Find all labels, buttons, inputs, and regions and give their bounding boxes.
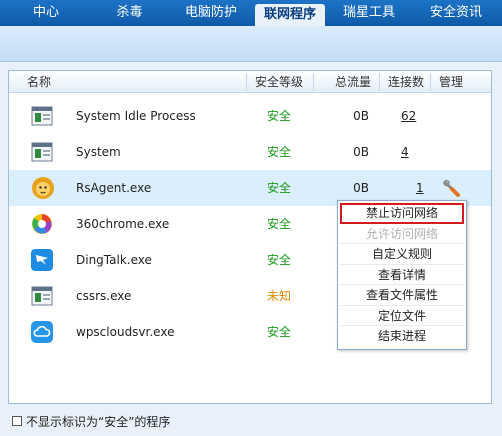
safety-level: 安全 xyxy=(266,145,291,159)
header-level[interactable]: 安全等级 xyxy=(255,71,303,93)
menu-item-locate-file[interactable]: 定位文件 xyxy=(340,306,464,326)
menu-item-file-properties[interactable]: 查看文件属性 xyxy=(340,285,464,306)
hide-safe-label[interactable]: 不显示标识为“安全”的程序 xyxy=(26,413,170,430)
lion-icon xyxy=(31,177,54,199)
header-traffic[interactable]: 总流量 xyxy=(335,71,371,93)
table-row[interactable]: System Idle Process 安全 0B 62 xyxy=(9,98,491,134)
context-menu: 禁止访问网络 允许访问网络 自定义规则 查看详情 查看文件属性 定位文件 结束进… xyxy=(337,200,467,350)
360chrome-icon xyxy=(31,214,53,234)
program-name: RsAgent.exe xyxy=(76,181,152,195)
menu-item-view-details[interactable]: 查看详情 xyxy=(340,265,464,285)
table-row[interactable]: System 安全 0B 4 xyxy=(9,134,491,170)
top-nav: 中心 杀毒 电脑防护 联网程序 瑞星工具 安全资讯 xyxy=(0,0,502,26)
header-divider xyxy=(246,73,247,91)
safety-level: 安全 xyxy=(266,325,291,339)
safety-level: 安全 xyxy=(266,217,291,231)
manage-wrench-icon[interactable] xyxy=(443,179,461,197)
program-name: System xyxy=(76,145,121,159)
header-name[interactable]: 名称 xyxy=(27,71,51,93)
program-name: DingTalk.exe xyxy=(76,253,152,267)
window-icon xyxy=(31,106,53,126)
safety-level: 安全 xyxy=(266,253,291,267)
tab-security-news[interactable]: 安全资讯 xyxy=(413,0,499,26)
footer-option: 不显示标识为“安全”的程序 xyxy=(12,413,170,429)
header-divider xyxy=(313,73,314,91)
cloud-icon xyxy=(31,321,53,343)
program-name: cssrs.exe xyxy=(76,289,132,303)
tab-antivirus[interactable]: 杀毒 xyxy=(92,0,167,26)
safety-level: 安全 xyxy=(266,181,291,195)
connection-count-link[interactable]: 62 xyxy=(401,98,416,134)
tab-pc-protection[interactable]: 电脑防护 xyxy=(167,0,255,26)
safety-level: 未知 xyxy=(266,289,291,303)
header-divider xyxy=(379,73,380,91)
total-traffic: 0B xyxy=(353,145,369,159)
header-manage: 管理 xyxy=(439,75,464,89)
tab-network-programs[interactable]: 联网程序 xyxy=(255,4,325,26)
total-traffic: 0B xyxy=(353,109,369,123)
program-name: System Idle Process xyxy=(76,109,196,123)
toolbar-band xyxy=(0,26,502,62)
table-header: 名称 安全等级 总流量 连接数 管理 xyxy=(9,71,491,93)
program-name: wpscloudsvr.exe xyxy=(76,325,175,339)
connection-count-link[interactable]: 4 xyxy=(401,134,409,170)
header-divider xyxy=(430,73,431,91)
menu-item-allow-network: 允许访问网络 xyxy=(340,224,464,244)
safety-level: 安全 xyxy=(266,109,291,123)
tab-rising-tools[interactable]: 瑞星工具 xyxy=(325,0,413,26)
window-icon xyxy=(31,286,53,306)
header-connections[interactable]: 连接数 xyxy=(388,71,424,93)
window-icon xyxy=(31,142,53,162)
menu-item-custom-rule[interactable]: 自定义规则 xyxy=(340,244,464,265)
menu-item-block-network[interactable]: 禁止访问网络 xyxy=(340,203,464,224)
dingtalk-icon xyxy=(31,249,53,271)
hide-safe-checkbox[interactable] xyxy=(12,416,22,426)
tab-center[interactable]: 中心 xyxy=(0,0,92,26)
program-name: 360chrome.exe xyxy=(76,217,170,231)
menu-item-end-process[interactable]: 结束进程 xyxy=(340,326,464,347)
